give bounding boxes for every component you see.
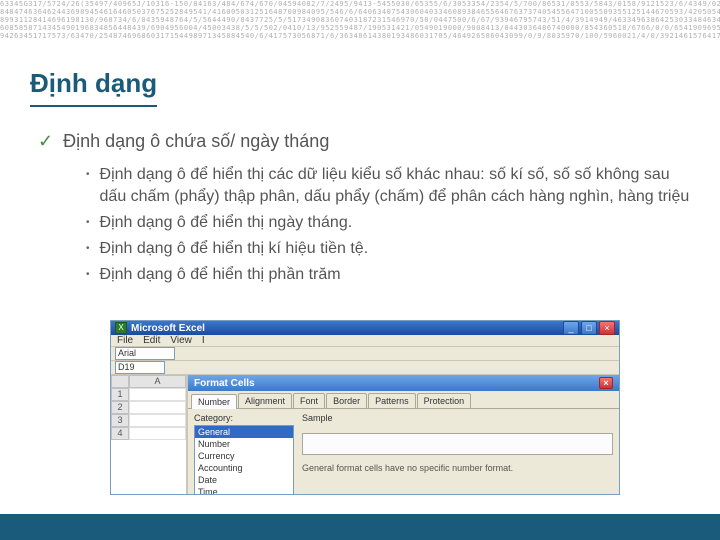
excel-app-title: Microsoft Excel [131, 323, 205, 334]
cell[interactable] [129, 388, 186, 401]
bullet-icon: • [86, 238, 90, 260]
menu-view[interactable]: View [170, 335, 192, 346]
row-header[interactable]: 1 [111, 388, 129, 401]
dialog-close-icon[interactable]: × [599, 377, 613, 389]
dialog-body: Category: General Number Currency Accoun… [188, 409, 619, 495]
sheet-grid: A 1 2 3 4 [111, 375, 187, 495]
category-item[interactable]: Number [195, 438, 293, 450]
slide-content: ✓ Định dạng ô chứa số/ ngày tháng • Định… [38, 130, 690, 290]
excel-screenshot: X Microsoft Excel _ □ × File Edit View I… [110, 320, 620, 495]
close-icon[interactable]: × [599, 321, 615, 335]
sample-column: Sample General format cells have no spec… [302, 413, 613, 495]
menu-file[interactable]: File [117, 335, 133, 346]
row-header[interactable]: 3 [111, 414, 129, 427]
format-cells-dialog: Format Cells × Number Alignment Font Bor… [187, 375, 619, 495]
dialog-tabs: Number Alignment Font Border Patterns Pr… [188, 391, 619, 409]
tab-border[interactable]: Border [326, 393, 367, 408]
maximize-icon[interactable]: □ [581, 321, 597, 335]
main-bullet: ✓ Định dạng ô chứa số/ ngày tháng [38, 130, 690, 152]
bullet-icon: • [86, 164, 90, 186]
background-noise: 63345G317/5724/26(35497/40965J/10316-150… [0, 0, 720, 58]
sample-box [302, 433, 613, 455]
main-bullet-text: Định dạng ô chứa số/ ngày tháng [63, 130, 329, 152]
category-item[interactable]: Currency [195, 450, 293, 462]
sub-bullets: • Định dạng ô để hiển thị các dữ liệu ki… [86, 164, 690, 286]
dialog-title: Format Cells [194, 378, 255, 389]
excel-titlebar: X Microsoft Excel _ □ × [111, 321, 619, 335]
list-item: • Định dạng ô để hiển thị ngày tháng. [86, 212, 690, 234]
excel-formatbar: Arial [111, 347, 619, 361]
bullet-icon: • [86, 264, 90, 286]
bullet-text: Định dạng ô để hiển thị kí hiệu tiền tệ. [100, 238, 369, 260]
dialog-titlebar: Format Cells × [188, 375, 619, 391]
list-item: • Định dạng ô để hiển thị các dữ liệu ki… [86, 164, 690, 208]
cell[interactable] [129, 414, 186, 427]
category-item[interactable]: Time [195, 486, 293, 495]
menu-edit[interactable]: Edit [143, 335, 160, 346]
menu-more[interactable]: I [202, 335, 205, 346]
tab-patterns[interactable]: Patterns [368, 393, 416, 408]
row-header[interactable]: 4 [111, 427, 129, 440]
row-header[interactable]: 2 [111, 401, 129, 414]
tab-number[interactable]: Number [191, 394, 237, 409]
name-box[interactable]: D19 [115, 361, 165, 374]
list-item: • Định dạng ô để hiển thị phần trăm [86, 264, 690, 286]
bullet-text: Định dạng ô để hiển thị ngày tháng. [100, 212, 353, 234]
cell[interactable] [129, 401, 186, 414]
tab-alignment[interactable]: Alignment [238, 393, 292, 408]
bullet-icon: • [86, 212, 90, 234]
format-description: General format cells have no specific nu… [302, 463, 613, 474]
tab-protection[interactable]: Protection [417, 393, 472, 408]
category-list[interactable]: General Number Currency Accounting Date … [194, 425, 294, 495]
excel-body: A 1 2 3 4 Format Cells × Number Alignmen… [111, 375, 619, 495]
select-all-corner[interactable] [111, 375, 129, 388]
category-item[interactable]: General [195, 426, 293, 438]
slide-footer-bar [0, 514, 720, 540]
category-item[interactable]: Accounting [195, 462, 293, 474]
excel-menubar: File Edit View I [111, 335, 619, 347]
col-header[interactable]: A [129, 375, 186, 388]
excel-logo-icon: X [115, 322, 127, 334]
list-item: • Định dạng ô để hiển thị kí hiệu tiền t… [86, 238, 690, 260]
category-column: Category: General Number Currency Accoun… [194, 413, 294, 495]
minimize-icon[interactable]: _ [563, 321, 579, 335]
bullet-text: Định dạng ô để hiển thị phần trăm [100, 264, 341, 286]
bullet-text: Định dạng ô để hiển thị các dữ liệu kiểu… [100, 164, 690, 208]
sample-label: Sample [302, 413, 613, 423]
category-label: Category: [194, 413, 294, 423]
cell[interactable] [129, 427, 186, 440]
category-item[interactable]: Date [195, 474, 293, 486]
tab-font[interactable]: Font [293, 393, 325, 408]
check-icon: ✓ [38, 130, 53, 152]
excel-namebox-row: D19 [111, 361, 619, 375]
page-title: Định dạng [30, 68, 157, 107]
font-selector[interactable]: Arial [115, 347, 175, 360]
